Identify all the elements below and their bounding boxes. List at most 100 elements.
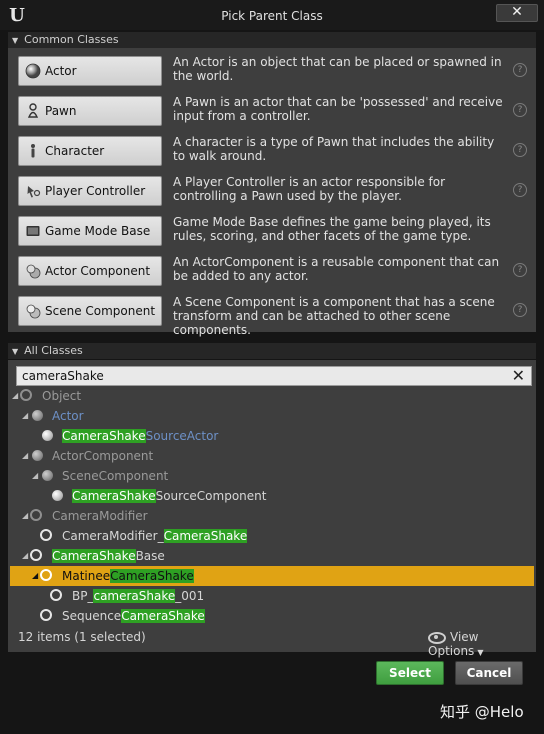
select-button[interactable]: Select (376, 661, 444, 685)
tree-row-text: Actor (52, 409, 84, 423)
tree-row-text: ActorComponent (52, 449, 154, 463)
window-title: Pick Parent Class (221, 9, 323, 23)
help-icon[interactable]: ? (513, 143, 527, 157)
component-class-icon (52, 490, 63, 501)
watermark: 知乎 @Helo (440, 703, 524, 721)
actor-class-icon (32, 410, 43, 421)
chevron-down-icon: ▼ (477, 648, 484, 657)
actor-sphere-icon (25, 63, 41, 79)
common-classes-title: Common Classes (24, 33, 119, 46)
tree-row-text: BP_cameraShake_001 (72, 589, 205, 603)
object-class-icon (40, 569, 52, 581)
actor-class-label: Actor (45, 64, 77, 78)
help-icon[interactable]: ? (513, 103, 527, 117)
character-class-button[interactable]: Character (18, 136, 162, 166)
game-mode-base-class-button[interactable]: Game Mode Base (18, 216, 162, 246)
view-options-button[interactable]: View Options ▼ (428, 630, 536, 658)
pawn-class-description: A Pawn is an actor that can be 'possesse… (173, 95, 503, 123)
tree-row-bp-camerashake-001[interactable]: BP_cameraShake_001 (8, 586, 536, 606)
scene-component-class-button[interactable]: Scene Component (18, 296, 162, 326)
common-class-row-player-controller: Player Controller A Player Controller is… (18, 175, 528, 206)
tree-row-scene-component[interactable]: ◢ SceneComponent (8, 466, 536, 486)
tree-row-sequence-camerashake[interactable]: SequenceCameraShake (8, 606, 536, 626)
expand-triangle-icon[interactable]: ◢ (22, 506, 28, 526)
tree-row-object[interactable]: ◢ Object (8, 386, 536, 406)
item-count-status: 12 items (1 selected) (18, 630, 146, 644)
tree-row-actor-component[interactable]: ◢ ActorComponent (8, 446, 536, 466)
tree-row-text: MatineeCameraShake (62, 569, 194, 583)
expand-triangle-icon[interactable]: ◢ (12, 386, 18, 406)
tree-row-camerashake-source-actor[interactable]: CameraShakeSourceActor (8, 426, 536, 446)
player-controller-class-description: A Player Controller is an actor responsi… (173, 175, 446, 203)
game-mode-base-class-description: Game Mode Base defines the game being pl… (173, 215, 491, 243)
player-controller-icon (27, 186, 41, 198)
common-classes-panel: Actor An Actor is an object that can be … (8, 48, 536, 337)
tree-row-text: CameraModifier_CameraShake (62, 529, 248, 543)
actor-component-icon (26, 264, 41, 279)
all-classes-panel: cameraShake ✕ ◢ Object ◢ Actor CameraSha… (8, 360, 536, 658)
tree-row-text: SequenceCameraShake (62, 609, 205, 623)
all-classes-header[interactable]: ▼ All Classes (8, 343, 536, 359)
common-classes-header[interactable]: ▼ Common Classes (8, 32, 536, 48)
object-class-icon (50, 589, 62, 601)
help-icon[interactable]: ? (513, 303, 527, 317)
common-class-row-actor: Actor An Actor is an object that can be … (18, 55, 528, 86)
actor-component-class-label: Actor Component (45, 264, 151, 278)
pawn-class-button[interactable]: Pawn (18, 96, 162, 126)
character-class-label: Character (45, 144, 105, 158)
tree-row-text: CameraModifier (52, 509, 148, 523)
common-class-row-actor-component: Actor Component An ActorComponent is a r… (18, 255, 528, 286)
game-mode-icon (26, 226, 40, 236)
tree-row-camera-modifier[interactable]: ◢ CameraModifier (8, 506, 536, 526)
eye-icon (428, 631, 446, 644)
tree-row-text: SceneComponent (62, 469, 169, 483)
expand-triangle-icon[interactable]: ◢ (32, 566, 38, 586)
object-class-icon (20, 389, 32, 401)
tree-row-text: Object (42, 389, 82, 403)
common-class-row-pawn: Pawn A Pawn is an actor that can be 'pos… (18, 95, 528, 126)
common-class-row-character: Character A character is a type of Pawn … (18, 135, 528, 166)
component-class-icon (32, 450, 43, 461)
common-class-row-scene-component: Scene Component A Scene Component is a c… (18, 295, 528, 337)
expand-triangle-icon[interactable]: ◢ (22, 546, 28, 566)
cancel-button[interactable]: Cancel (455, 661, 523, 685)
component-class-icon (42, 470, 53, 481)
object-class-icon (40, 529, 52, 541)
search-value: cameraShake (22, 369, 104, 383)
expand-triangle-icon[interactable]: ◢ (22, 446, 28, 466)
tree-row-text: CameraShakeSourceActor (62, 429, 219, 443)
tree-row-text: CameraShakeSourceComponent (72, 489, 267, 503)
tree-row-matinee-camerashake[interactable]: ◢ MatineeCameraShake (10, 566, 534, 586)
actor-class-button[interactable]: Actor (18, 56, 162, 86)
clear-search-icon[interactable]: ✕ (512, 367, 525, 384)
scene-component-class-label: Scene Component (45, 304, 156, 318)
scene-component-icon (26, 304, 41, 319)
tree-row-camerashake-base[interactable]: ◢ CameraShakeBase (8, 546, 536, 566)
title-bar: U Pick Parent Class ✕ (0, 0, 544, 30)
object-class-icon (30, 509, 42, 521)
pawn-class-label: Pawn (45, 104, 77, 118)
player-controller-class-button[interactable]: Player Controller (18, 176, 162, 206)
close-button[interactable]: ✕ (496, 4, 538, 22)
help-icon[interactable]: ? (513, 263, 527, 277)
object-class-icon (40, 609, 52, 621)
help-icon[interactable]: ? (513, 183, 527, 197)
class-search-input[interactable]: cameraShake ✕ (16, 366, 532, 386)
expand-triangle-icon[interactable]: ◢ (22, 406, 28, 426)
game-mode-base-class-label: Game Mode Base (45, 224, 151, 238)
pawn-icon (27, 103, 39, 118)
actor-class-description: An Actor is an object that can be placed… (173, 55, 502, 83)
actor-component-class-button[interactable]: Actor Component (18, 256, 162, 286)
collapse-triangle-icon: ▼ (12, 36, 19, 45)
help-icon[interactable]: ? (513, 63, 527, 77)
collapse-triangle-icon: ▼ (12, 347, 19, 356)
player-controller-class-label: Player Controller (45, 184, 146, 198)
tree-row-actor[interactable]: ◢ Actor (8, 406, 536, 426)
tree-row-text: CameraShakeBase (52, 549, 165, 563)
character-icon (31, 144, 35, 158)
tree-row-camera-modifier-camerashake[interactable]: CameraModifier_CameraShake (8, 526, 536, 546)
tree-row-camerashake-source-component[interactable]: CameraShakeSourceComponent (8, 486, 536, 506)
expand-triangle-icon[interactable]: ◢ (32, 466, 38, 486)
all-classes-title: All Classes (24, 344, 83, 357)
actor-class-icon (42, 430, 53, 441)
